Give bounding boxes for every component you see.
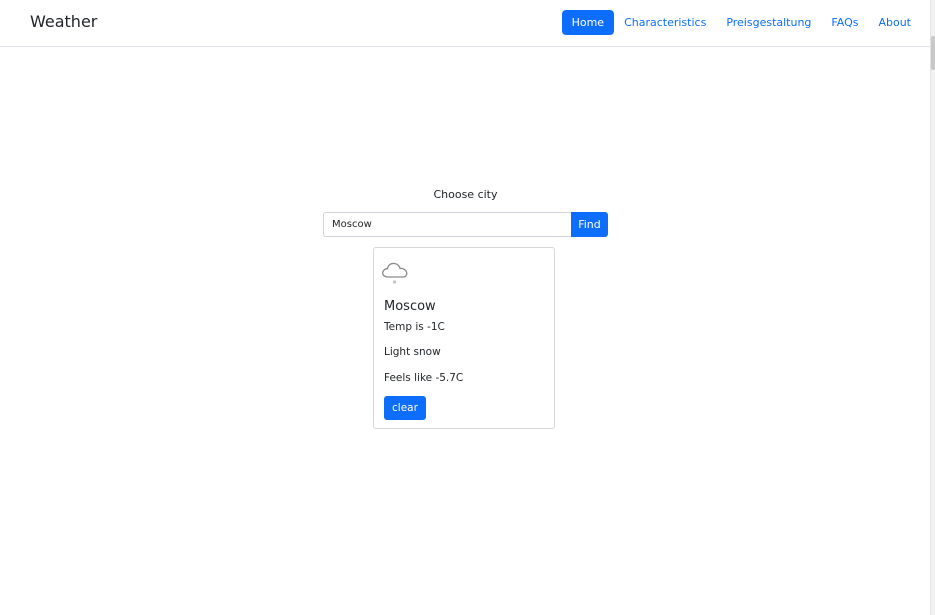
temperature-text: Temp is -1C: [384, 321, 445, 333]
nav-item-characteristics[interactable]: Characteristics: [614, 10, 716, 35]
clear-button[interactable]: clear: [384, 396, 426, 420]
weather-card: Moscow Temp is -1C Light snow Feels like…: [373, 247, 555, 429]
brand-logo[interactable]: Weather: [30, 11, 97, 33]
nav-item-preisgestaltung[interactable]: Preisgestaltung: [716, 10, 821, 35]
city-search-input[interactable]: [323, 212, 571, 237]
navbar: Weather Home Characteristics Preisgestal…: [0, 0, 931, 47]
condition-text: Light snow: [384, 346, 441, 358]
nav-item-home[interactable]: Home: [561, 10, 615, 35]
find-button[interactable]: Find: [571, 212, 608, 237]
nav-item-faqs[interactable]: FAQs: [821, 10, 868, 35]
main-nav: Home Characteristics Preisgestaltung FAQ…: [561, 10, 921, 35]
nav-item-about[interactable]: About: [868, 10, 921, 35]
scrollbar-thumb[interactable]: [931, 36, 935, 70]
vertical-scrollbar[interactable]: [930, 0, 935, 615]
feels-like-text: Feels like -5.7C: [384, 372, 464, 384]
city-name: Moscow: [384, 299, 436, 314]
search-row: Find: [323, 212, 608, 237]
cloud-snow-icon: [382, 262, 408, 284]
page: Weather Home Characteristics Preisgestal…: [0, 0, 935, 615]
choose-city-label: Choose city: [433, 188, 498, 201]
